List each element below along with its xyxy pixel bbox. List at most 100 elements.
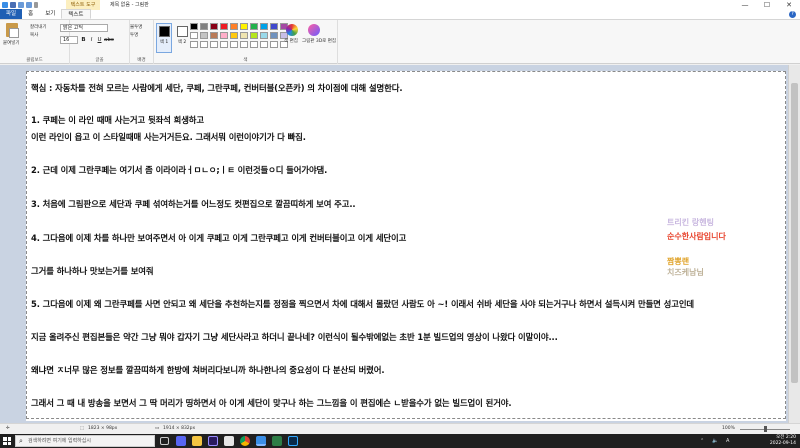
zoom-slider-thumb[interactable]: [764, 426, 767, 432]
chat-overlay-line: 순수한사람입니다: [667, 232, 726, 241]
font-size-select[interactable]: 16: [60, 36, 78, 44]
canvas-area: 핵심 : 자동차를 전혀 모르는 사람에게 세단, 쿠페, 그란쿠페, 컨버터블…: [0, 65, 788, 423]
tab-view[interactable]: 보기: [39, 9, 61, 19]
text-box[interactable]: 핵심 : 자동차를 전혀 모르는 사람에게 세단, 쿠페, 그란쿠페, 컨버터블…: [26, 71, 786, 419]
canvas-size-icon: ▭: [155, 426, 160, 431]
app-icon[interactable]: [272, 436, 282, 446]
canvas-paper[interactable]: 핵심 : 자동차를 전혀 모르는 사람에게 세단, 쿠페, 그란쿠페, 컨버터블…: [26, 71, 786, 421]
paste-button[interactable]: 붙여넣기: [3, 40, 20, 46]
edit-colors-icon[interactable]: [286, 24, 298, 36]
tray-up-icon[interactable]: ⌃: [700, 438, 704, 444]
color2-swatch: [177, 26, 188, 37]
discord-icon[interactable]: [176, 436, 186, 446]
text-line: 그거를 하나하나 맛보는거를 보여줘: [31, 266, 154, 276]
underline-button[interactable]: U: [96, 37, 103, 44]
volume-icon[interactable]: 🔈: [712, 438, 718, 444]
palette-swatch[interactable]: [270, 41, 278, 48]
palette-swatch[interactable]: [250, 23, 258, 30]
palette-swatch[interactable]: [250, 32, 258, 39]
palette-swatch[interactable]: [220, 23, 228, 30]
palette-swatch[interactable]: [200, 41, 208, 48]
paint-icon[interactable]: [256, 436, 266, 446]
color1-label: 색 1: [159, 40, 169, 45]
palette-swatch[interactable]: [230, 41, 238, 48]
palette-swatch[interactable]: [270, 23, 278, 30]
save-icon[interactable]: [10, 2, 16, 8]
premiere-icon[interactable]: [208, 436, 218, 446]
taskbar: 검색하려면 여기에 입력하십시 ⌃ 🔈 A 오전 2:20 2022-09-14: [0, 434, 800, 448]
paste-icon[interactable]: [6, 23, 19, 38]
palette-swatch[interactable]: [260, 41, 268, 48]
palette-swatch[interactable]: [250, 41, 258, 48]
windows-start-icon[interactable]: [3, 437, 11, 445]
clipboard-group-label: 클립보드: [26, 58, 43, 63]
palette-swatch[interactable]: [190, 23, 198, 30]
palette-swatch[interactable]: [260, 23, 268, 30]
font-group: 맑은 고딕 16 B I U abc 글꼴: [60, 20, 130, 64]
palette-swatch[interactable]: [200, 23, 208, 30]
color2-label: 색 2: [177, 40, 187, 45]
text-line: 2. 근데 이제 그란쿠페는 여기서 좀 이라이라ㅓㅁㄴㅇ;ㅣㅌ 이런것들ㅇ디 …: [31, 165, 328, 175]
palette-swatch[interactable]: [220, 32, 228, 39]
ime-icon[interactable]: A: [726, 438, 729, 444]
strikethrough-button[interactable]: abc: [104, 37, 114, 44]
text-line: 5. 그다음에 이제 왜 그란쿠페를 사면 안되고 왜 세단을 추천하는지를 정…: [31, 299, 695, 309]
customize-toolbar-icon[interactable]: [34, 2, 38, 8]
paint3d-icon[interactable]: [308, 24, 320, 36]
redo-icon[interactable]: [26, 2, 32, 8]
palette-swatch[interactable]: [220, 41, 228, 48]
title-bar: 텍스트 도구 제목 없음 - 그림판 — ☐ ✕: [0, 0, 800, 10]
copy-button[interactable]: 복사: [30, 32, 38, 38]
photoshop-icon[interactable]: [288, 436, 298, 446]
palette-swatch[interactable]: [240, 32, 248, 39]
zoom-level: 100%: [722, 426, 735, 431]
palette-swatch[interactable]: [240, 23, 248, 30]
status-bar: ✛ ⬚ 1823 × 98px ▭ 1914 × 832px 100%: [0, 423, 800, 434]
undo-icon[interactable]: [18, 2, 24, 8]
chrome-icon[interactable]: [240, 436, 250, 446]
selection-size: 1823 × 98px: [88, 426, 118, 431]
maximize-button[interactable]: ☐: [756, 0, 778, 10]
palette-swatch[interactable]: [230, 32, 238, 39]
clock[interactable]: 오전 2:20 2022-09-14: [770, 435, 796, 446]
chat-overlay-line: 트리킨 랑헨팅: [667, 218, 714, 227]
tab-home[interactable]: 홈: [22, 9, 39, 19]
task-view-icon[interactable]: [160, 437, 169, 445]
taskbar-search-input[interactable]: 검색하려면 여기에 입력하십시: [15, 435, 155, 447]
minimize-button[interactable]: —: [734, 0, 756, 10]
move-icon: ✛: [6, 426, 10, 431]
transparent-option[interactable]: 투명: [130, 32, 138, 38]
notepad-icon[interactable]: [224, 436, 234, 446]
bold-button[interactable]: B: [80, 37, 87, 44]
palette-swatch[interactable]: [200, 32, 208, 39]
palette-swatch[interactable]: [230, 23, 238, 30]
scrollbar-thumb[interactable]: [791, 83, 798, 383]
vertical-scrollbar[interactable]: [788, 65, 800, 423]
cut-button[interactable]: 잘라내기: [30, 24, 47, 30]
close-button[interactable]: ✕: [778, 0, 800, 10]
file-explorer-icon[interactable]: [192, 436, 202, 446]
palette-swatch[interactable]: [190, 41, 198, 48]
palette-swatch[interactable]: [190, 32, 198, 39]
ribbon: 붙여넣기 잘라내기 복사 클립보드 맑은 고딕 16 B I U abc 글꼴 …: [0, 20, 800, 64]
paint3d-button[interactable]: 그림판 3D로 편집: [302, 38, 336, 44]
tab-text[interactable]: 텍스트: [61, 9, 91, 19]
opaque-option[interactable]: 불투명: [130, 24, 142, 30]
edit-colors-button[interactable]: 색 편집: [284, 38, 298, 44]
font-name-select[interactable]: 맑은 고딕: [60, 24, 108, 32]
help-icon[interactable]: ?: [789, 11, 796, 18]
color1-button[interactable]: 색 1: [156, 23, 172, 53]
tab-file[interactable]: 파일: [0, 9, 23, 19]
palette-swatch[interactable]: [210, 23, 218, 30]
palette-swatch[interactable]: [210, 41, 218, 48]
paint-app-icon: [2, 2, 8, 8]
ribbon-tabs: 파일 홈 보기 텍스트 ?: [0, 9, 800, 20]
palette-swatch[interactable]: [260, 32, 268, 39]
color-palette: [190, 23, 289, 49]
color2-button[interactable]: 색 2: [174, 23, 190, 53]
palette-swatch[interactable]: [240, 41, 248, 48]
text-line: 3. 처음에 그림판으로 세단과 쿠페 섞여하는거를 어느정도 컷편집으로 깔끔…: [31, 199, 356, 209]
palette-swatch[interactable]: [210, 32, 218, 39]
palette-swatch[interactable]: [270, 32, 278, 39]
italic-button[interactable]: I: [88, 37, 95, 44]
